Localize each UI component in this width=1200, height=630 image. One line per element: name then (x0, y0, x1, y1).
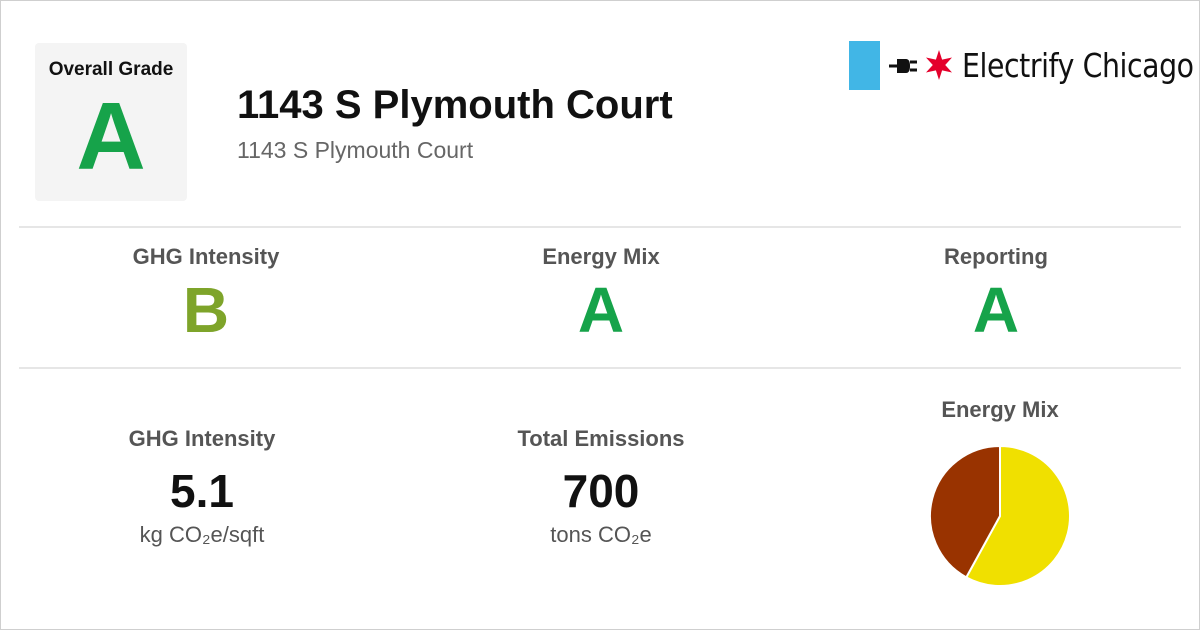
energy-mix-pie-chart (929, 444, 1071, 587)
overall-grade-letter: A (76, 83, 146, 190)
energy-mix-grade-label: Energy Mix (542, 244, 660, 269)
energy-mix-chart-title: Energy Mix (941, 397, 1059, 422)
ghg-intensity-grade-label: GHG Intensity (132, 244, 280, 269)
ghg-intensity-stat: GHG Intensity 5.1 kg CO₂e/sqft (42, 426, 362, 548)
building-address: 1143 S Plymouth Court (237, 137, 474, 163)
electrify-chicago-logo[interactable]: Electrify Chicago (849, 41, 1194, 93)
reporting-grade: Reporting A (846, 244, 1146, 342)
ghg-intensity-value: 5.1 (170, 465, 234, 517)
ghg-intensity-unit: kg CO₂e/sqft (139, 522, 265, 547)
divider (19, 367, 1181, 369)
chicago-star-icon (926, 50, 952, 80)
reporting-grade-label: Reporting (944, 244, 1048, 269)
divider (19, 226, 1181, 228)
ghg-intensity-grade-letter: B (182, 274, 230, 346)
overall-grade-label: Overall Grade (48, 59, 174, 80)
ghg-intensity-stat-label: GHG Intensity (128, 426, 276, 451)
building-name: 1143 S Plymouth Court (237, 83, 673, 127)
total-emissions-value: 700 (562, 465, 640, 517)
reporting-grade-letter: A (972, 274, 1020, 346)
energy-mix-grade: Energy Mix A (451, 244, 751, 342)
total-emissions-stat: Total Emissions 700 tons CO₂e (441, 426, 761, 548)
brand-name: Electrify Chicago (962, 46, 1194, 85)
total-emissions-unit: tons CO₂e (550, 522, 652, 547)
plug-icon (889, 59, 917, 73)
share-card: Overall Grade A 1143 S Plymouth Court 11… (0, 0, 1200, 630)
total-emissions-label: Total Emissions (517, 426, 685, 451)
energy-mix-grade-letter: A (577, 274, 625, 346)
flag-bar (849, 41, 880, 90)
overall-grade-card: Overall Grade A (35, 43, 187, 201)
ghg-intensity-grade: GHG Intensity B (56, 244, 356, 342)
